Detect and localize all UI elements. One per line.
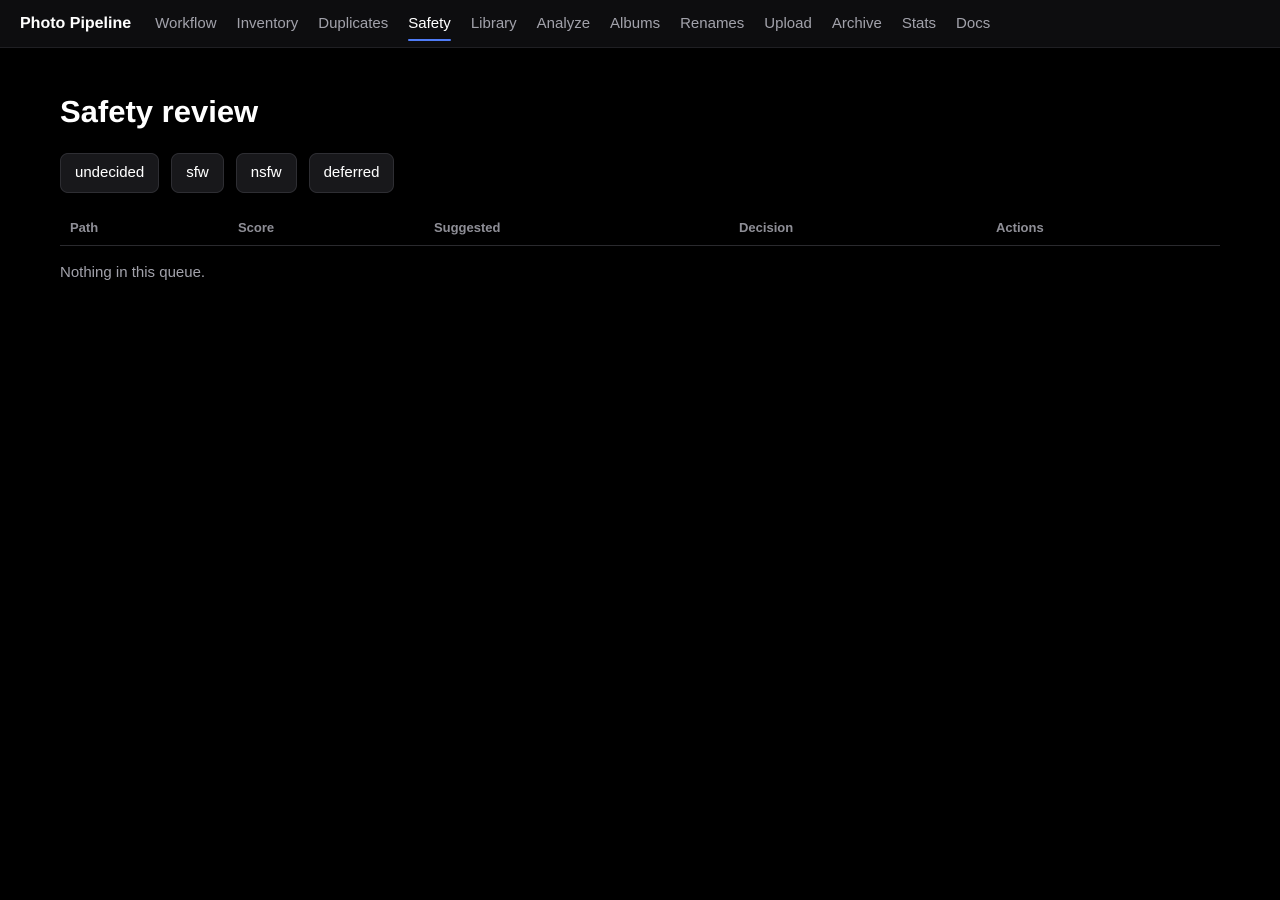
nav-item-archive[interactable]: Archive [832, 0, 882, 48]
column-header-decision: Decision [739, 220, 794, 235]
top-nav-bar: Photo Pipeline Workflow Inventory Duplic… [0, 0, 1280, 48]
nav-item-stats[interactable]: Stats [902, 0, 936, 48]
nav-item-inventory[interactable]: Inventory [237, 0, 299, 48]
column-header-suggested: Suggested [434, 220, 501, 235]
app-title[interactable]: Photo Pipeline [20, 15, 131, 33]
nav-item-renames[interactable]: Renames [680, 0, 744, 48]
nav-item-workflow[interactable]: Workflow [155, 0, 216, 48]
filter-undecided-button[interactable]: undecided [60, 153, 160, 193]
nav-item-duplicates[interactable]: Duplicates [318, 0, 388, 48]
nav-item-upload[interactable]: Upload [764, 0, 812, 48]
decision-filter-group: undecided sfw nsfw deferred [60, 153, 1220, 193]
nav-item-library[interactable]: Library [471, 0, 517, 48]
filter-deferred-button[interactable]: deferred [308, 153, 395, 193]
column-header-score: Score [238, 220, 275, 235]
empty-queue-message: Nothing in this queue. [60, 264, 206, 281]
nav-item-safety[interactable]: Safety [408, 0, 451, 48]
column-header-actions: Actions [996, 220, 1044, 235]
main-content: Safety review undecided sfw nsfw deferre… [60, 48, 1220, 281]
table-header: Path Score Suggested Decision Actions [60, 210, 1220, 246]
filter-sfw-button[interactable]: sfw [171, 153, 224, 193]
page-title: Safety review [60, 94, 259, 129]
nav-item-analyze[interactable]: Analyze [537, 0, 590, 48]
nav-item-albums[interactable]: Albums [610, 0, 660, 48]
main-nav: Workflow Inventory Duplicates Safety Lib… [155, 0, 1010, 48]
nav-item-docs[interactable]: Docs [956, 0, 990, 48]
column-header-path: Path [70, 220, 99, 235]
filter-nsfw-button[interactable]: nsfw [235, 153, 297, 193]
